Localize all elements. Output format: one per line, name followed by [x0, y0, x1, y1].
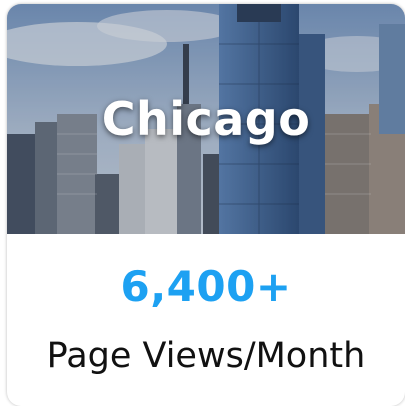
city-title: Chicago — [101, 92, 311, 146]
page-views-value: 6,400+ — [120, 262, 292, 311]
city-skyline-image: Chicago — [7, 4, 405, 234]
city-stat-card[interactable]: Chicago 6,400+ Page Views/Month — [7, 4, 405, 406]
page-views-label: Page Views/Month — [46, 336, 366, 376]
